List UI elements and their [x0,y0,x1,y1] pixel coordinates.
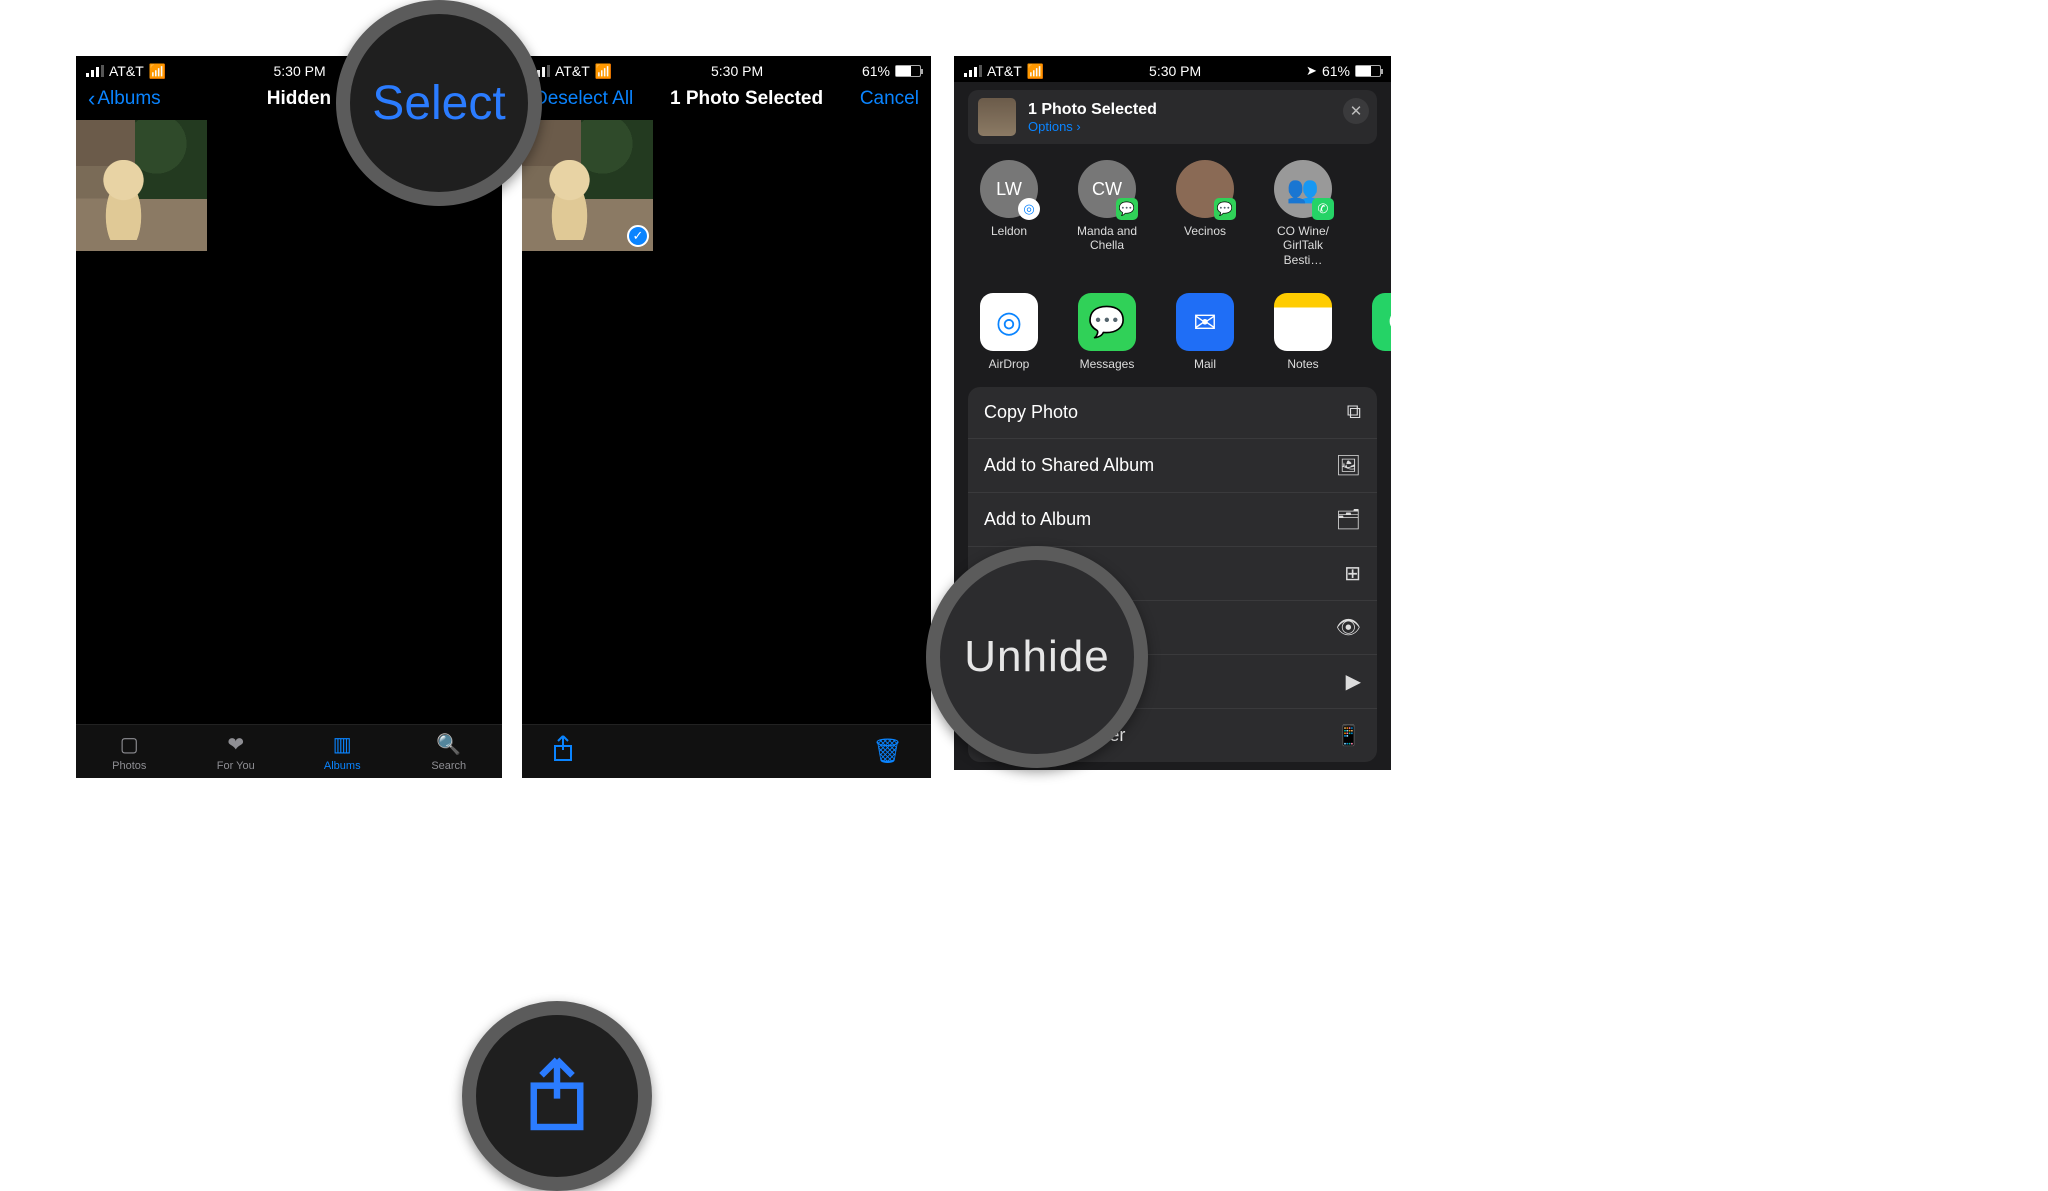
wifi-icon: 📶 [149,63,166,80]
phone-icon: 📱 [1336,723,1361,748]
tab-photos[interactable]: ▢ Photos [76,725,183,778]
heart-icon: ❤ [227,732,244,757]
signal-icon [86,65,104,77]
clock-label: 5:30 PM [1149,63,1201,79]
back-button[interactable]: ‹ Albums [88,88,161,110]
app-whatsapp[interactable]: ✆ WhatsApp [1366,293,1391,371]
close-button[interactable]: ✕ [1343,98,1369,124]
trash-button[interactable]: 🗑 [873,737,903,766]
share-options-button[interactable]: Options › [1028,119,1157,134]
play-icon: ▶ [1346,669,1361,694]
action-copy-photo[interactable]: Copy Photo ⧉ [968,387,1377,439]
action-add-album[interactable]: Add to Album 🗂 [968,493,1377,547]
app-notes[interactable]: Notes [1268,293,1338,371]
album-icon: 🗂 [1336,507,1361,532]
wifi-icon: 📶 [1027,63,1044,80]
battery-pct: 61% [1322,63,1350,79]
share-icon [526,1056,588,1136]
share-icon [550,734,576,764]
tab-label: Search [431,760,466,772]
contact-item[interactable]: 👥 ✆ CO Wine/ GirlTalk Besti… [1268,160,1338,267]
tab-foryou[interactable]: ❤ For You [183,725,290,778]
callout-share [462,1001,652,1191]
tab-label: Photos [112,760,146,772]
notes-icon [1274,293,1332,351]
callout-label: Unhide [964,632,1109,682]
battery-icon [1355,65,1381,77]
selection-count: 1 Photo Selected [670,88,823,110]
screen-selection: AT&T 📶 5:30 PM 61% Deselect All 1 Photo … [522,56,931,778]
selection-toolbar: 🗑 [522,724,931,778]
status-bar: AT&T 📶 5:30 PM ➤ 61% [954,56,1391,82]
photo-thumb-selected[interactable]: ✓ [522,120,653,251]
share-thumb [978,98,1016,136]
photo-thumb[interactable] [76,120,207,251]
callout-select: Select [336,0,542,206]
airdrop-icon: ◎ [980,293,1038,351]
tab-bar: ▢ Photos ❤ For You ▥ Albums 🔍 Search [76,724,502,778]
albums-icon: ▥ [333,732,352,757]
eye-icon: 👁 [1336,615,1361,640]
contacts-row[interactable]: LW ◎ Leldon CW 💬 Manda and Chella 💬 Veci… [954,144,1391,277]
mail-icon: ✉ [1176,293,1234,351]
callout-unhide: Unhide [926,546,1148,768]
search-icon: 🔍 [436,732,461,757]
share-sheet-header: 1 Photo Selected Options › ✕ [968,90,1377,144]
callout-label: Select [372,76,505,131]
battery-icon [895,65,921,77]
copy-icon: ⧉ [1347,401,1361,424]
shared-album-icon: 🖼 [1336,453,1361,478]
share-selection-label: 1 Photo Selected [1028,101,1157,119]
selected-check-icon: ✓ [627,225,649,247]
photos-icon: ▢ [120,732,139,757]
close-icon: ✕ [1350,102,1363,120]
wifi-icon: 📶 [595,63,612,80]
signal-icon [964,65,982,77]
contact-item[interactable]: CW 💬 Manda and Chella [1072,160,1142,267]
tab-albums[interactable]: ▥ Albums [289,725,396,778]
back-label: Albums [97,88,160,110]
nav-bar: Deselect All 1 Photo Selected Cancel [522,82,931,120]
carrier-label: AT&T [555,63,590,79]
tab-search[interactable]: 🔍 Search [396,725,503,778]
deselect-all-button[interactable]: Deselect All [534,88,633,110]
carrier-label: AT&T [109,63,144,79]
tab-label: Albums [324,760,361,772]
tab-label: For You [217,760,255,772]
cancel-button[interactable]: Cancel [860,88,919,110]
whatsapp-icon: ✆ [1312,198,1334,220]
messages-icon: 💬 [1214,198,1236,220]
airdrop-icon: ◎ [1018,198,1040,220]
apps-row[interactable]: ◎ AirDrop 💬 Messages ✉ Mail Notes ✆ What… [954,277,1391,381]
duplicate-icon: ⊞ [1344,561,1361,586]
clock-label: 5:30 PM [711,63,763,79]
clock-label: 5:30 PM [274,63,326,79]
app-mail[interactable]: ✉ Mail [1170,293,1240,371]
status-bar: AT&T 📶 5:30 PM 61% [522,56,931,82]
contact-item[interactable]: 💬 Vecinos [1170,160,1240,267]
battery-pct: 61% [862,63,890,79]
share-button[interactable] [550,734,576,769]
contact-item[interactable]: LW ◎ Leldon [974,160,1044,267]
messages-icon: 💬 [1116,198,1138,220]
app-messages[interactable]: 💬 Messages [1072,293,1142,371]
carrier-label: AT&T [987,63,1022,79]
messages-icon: 💬 [1078,293,1136,351]
action-add-shared-album[interactable]: Add to Shared Album 🖼 [968,439,1377,493]
app-airdrop[interactable]: ◎ AirDrop [974,293,1044,371]
page-title: Hidden [267,88,331,110]
location-icon: ➤ [1306,63,1317,79]
whatsapp-icon: ✆ [1372,293,1391,351]
